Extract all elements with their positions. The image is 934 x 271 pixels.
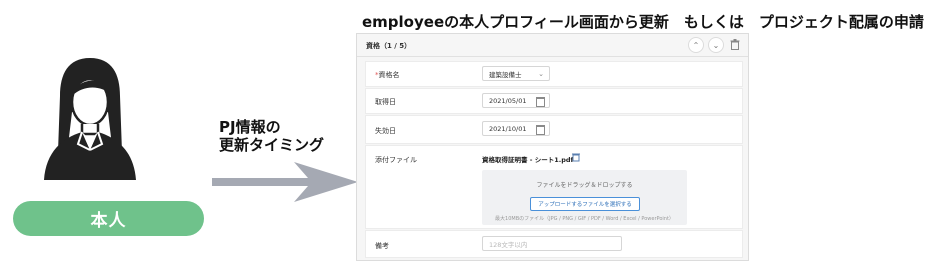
chevron-up-icon: ⌃ — [692, 40, 700, 50]
row-remarks: 備考 128文字以内 — [365, 230, 743, 258]
chevron-down-icon: ⌄ — [538, 70, 544, 78]
move-up-button[interactable]: ⌃ — [688, 37, 704, 53]
panel-title: 資格（1 / 5） — [366, 42, 412, 50]
user-avatar-icon — [44, 58, 136, 180]
pj-caption-line2: 更新タイミング — [219, 136, 325, 154]
row-acquired-date: 取得日 2021/05/01 — [365, 88, 743, 114]
select-file-button[interactable]: アップロードするファイルを選択する — [530, 197, 640, 211]
calendar-icon — [536, 125, 545, 135]
row-attachment: 添付ファイル 資格取得証明書 - シート1.pdf ファイルをドラッグ＆ドロップ… — [365, 145, 743, 229]
expiry-date-value: 2021/10/01 — [489, 124, 527, 133]
headline: employeeの本人プロフィール画面から更新 もしくは プロジェクト配属の申請 — [362, 13, 924, 31]
acquired-date-input[interactable]: 2021/05/01 — [482, 93, 550, 108]
remarks-input[interactable]: 128文字以内 — [482, 236, 622, 251]
panel-header: 資格（1 / 5） ⌃ ⌄ — [357, 34, 748, 57]
qualification-select[interactable]: 建築設備士 ⌄ — [482, 66, 550, 81]
file-size-note: 最大10MBのファイル（JPG / PNG / GIF / PDF / Word… — [495, 216, 674, 222]
calendar-icon — [536, 97, 545, 107]
row-expiry-date: 失効日 2021/10/01 — [365, 115, 743, 144]
remarks-placeholder: 128文字以内 — [489, 240, 528, 249]
pj-caption-line1: PJ情報の — [219, 118, 281, 136]
file-dropzone[interactable]: ファイルをドラッグ＆ドロップする アップロードするファイルを選択する 最大10M… — [482, 170, 687, 225]
delete-icon[interactable] — [730, 39, 740, 50]
delete-file-icon[interactable] — [571, 152, 581, 162]
person-label: 本人 — [13, 201, 204, 236]
qualification-label: *資格名 — [375, 71, 400, 79]
qualification-panel: 資格（1 / 5） ⌃ ⌄ *資格名 建築設備士 ⌄ 取得日 2021/05/0… — [356, 33, 749, 261]
pj-update-caption: PJ情報の 更新タイミング — [219, 118, 324, 154]
attachment-label: 添付ファイル — [375, 156, 417, 164]
expiry-date-input[interactable]: 2021/10/01 — [482, 121, 550, 136]
chevron-down-icon: ⌄ — [712, 40, 720, 50]
attached-file-name[interactable]: 資格取得証明書 - シート1.pdf — [482, 154, 573, 164]
acquired-date-label: 取得日 — [375, 98, 396, 106]
right-arrow-icon — [212, 162, 358, 202]
dropzone-text: ファイルをドラッグ＆ドロップする — [536, 182, 633, 189]
qualification-select-value: 建築設備士 — [489, 70, 522, 79]
move-down-button[interactable]: ⌄ — [708, 37, 724, 53]
remarks-label: 備考 — [375, 242, 389, 250]
acquired-date-value: 2021/05/01 — [489, 96, 527, 105]
expiry-date-label: 失効日 — [375, 127, 396, 135]
row-qualification: *資格名 建築設備士 ⌄ — [365, 61, 743, 87]
